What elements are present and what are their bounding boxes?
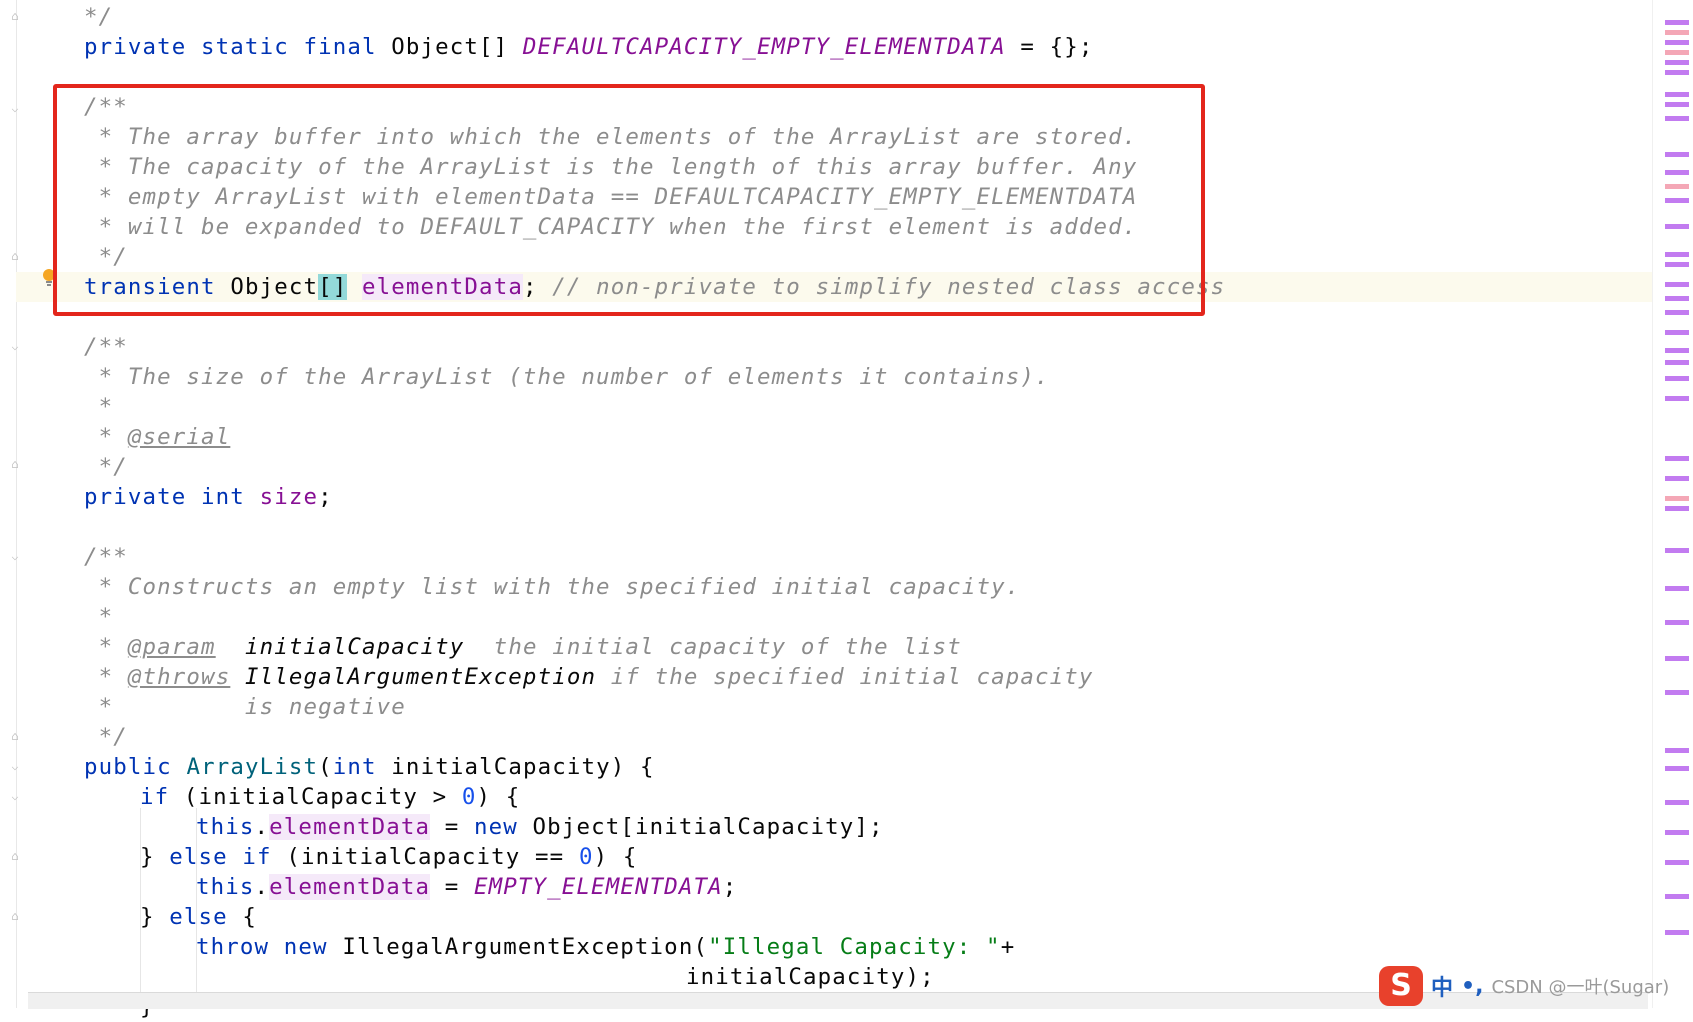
error-stripe-mark[interactable] [1665, 766, 1689, 771]
code-line: private int size; [84, 484, 333, 510]
error-stripe-mark[interactable] [1665, 586, 1689, 591]
error-stripe-mark[interactable] [1665, 170, 1689, 175]
fold-start-icon[interactable]: ⌵ [8, 100, 22, 116]
code-line: } else if (initialCapacity == 0) { [140, 844, 638, 870]
error-stripe-mark[interactable] [1665, 506, 1689, 511]
error-stripe-mark[interactable] [1665, 330, 1689, 335]
error-stripe-mark[interactable] [1665, 456, 1689, 461]
error-stripe-mark[interactable] [1665, 894, 1689, 899]
ime-punctuation-toggle[interactable]: •, [1461, 974, 1483, 999]
error-stripe-mark[interactable] [1665, 102, 1689, 107]
error-stripe-mark[interactable] [1665, 376, 1689, 381]
code-line: /** [84, 544, 128, 570]
code-line: * [84, 604, 114, 630]
error-stripe-mark[interactable] [1665, 20, 1689, 25]
code-line: initialCapacity); [686, 964, 935, 990]
error-stripe-mark[interactable] [1665, 496, 1689, 501]
error-stripe-mark[interactable] [1665, 116, 1689, 121]
error-stripe-mark[interactable] [1665, 198, 1689, 203]
ime-toolbar[interactable]: S 中 •, CSDN @一叶(Sugar) [1379, 964, 1691, 1008]
sogou-logo-icon[interactable]: S [1379, 966, 1423, 1006]
code-line: } else { [140, 904, 258, 930]
code-line: */ [84, 724, 128, 750]
ime-language-toggle[interactable]: 中 [1431, 970, 1453, 1002]
error-stripe-mark[interactable] [1665, 224, 1689, 229]
error-stripe-mark[interactable] [1665, 60, 1689, 65]
code-line: * Constructs an empty list with the spec… [84, 574, 1021, 600]
error-stripe-mark[interactable] [1665, 70, 1689, 75]
error-stripe-mark[interactable] [1665, 40, 1689, 45]
error-stripe-mark[interactable] [1665, 282, 1689, 287]
fold-end-icon[interactable]: ⌂ [8, 8, 22, 24]
fold-end-icon[interactable]: ⌂ [8, 728, 22, 744]
code-line: */ [84, 454, 128, 480]
fold-end-icon[interactable]: ⌂ [8, 908, 22, 924]
error-stripe-mark[interactable] [1665, 396, 1689, 401]
code-line: */ [84, 4, 114, 30]
code-line: this.elementData = new Object[initialCap… [196, 814, 884, 840]
code-line: if (initialCapacity > 0) { [140, 784, 521, 810]
code-line: * is negative [84, 694, 406, 720]
fold-start-icon[interactable]: ⌵ [8, 548, 22, 564]
error-stripe-mark[interactable] [1665, 748, 1689, 753]
error-stripe-mark[interactable] [1665, 30, 1689, 35]
error-stripe-mark[interactable] [1665, 152, 1689, 157]
fold-end-icon[interactable]: ⌂ [8, 456, 22, 472]
code-line: * @throws IllegalArgumentException if th… [84, 664, 1094, 690]
error-stripe-mark[interactable] [1665, 656, 1689, 661]
watermark: CSDN @一叶(Sugar) [1491, 977, 1670, 998]
error-stripe-mark[interactable] [1665, 830, 1689, 835]
code-line: * @serial [84, 424, 231, 450]
fold-start-icon[interactable]: ⌵ [8, 788, 22, 804]
code-line: public ArrayList(int initialCapacity) { [84, 754, 655, 780]
code-line: throw new IllegalArgumentException("Ille… [196, 934, 1016, 960]
error-stripe-mark[interactable] [1665, 252, 1689, 257]
code-line: * [84, 394, 114, 420]
error-stripe-mark[interactable] [1665, 296, 1689, 301]
code-line: private static final Object[] DEFAULTCAP… [84, 34, 1094, 60]
vertical-scrollbar[interactable] [1652, 0, 1693, 1008]
error-stripe-mark[interactable] [1665, 476, 1689, 481]
error-stripe-mark[interactable] [1665, 360, 1689, 365]
code-line: * @param initialCapacity the initial cap… [84, 634, 962, 660]
fold-start-icon[interactable]: ⌵ [8, 338, 22, 354]
error-stripe-mark[interactable] [1665, 800, 1689, 805]
fold-start-icon[interactable]: ⌵ [8, 758, 22, 774]
fold-end-icon[interactable]: ⌂ [8, 248, 22, 264]
error-stripe-mark[interactable] [1665, 690, 1689, 695]
code-line: this.elementData = EMPTY_ELEMENTDATA; [196, 874, 738, 900]
fold-end-icon[interactable]: ⌂ [8, 848, 22, 864]
error-stripe-mark[interactable] [1665, 50, 1689, 55]
error-stripe-mark[interactable] [1665, 860, 1689, 865]
error-stripe-mark[interactable] [1665, 92, 1689, 97]
code-line: /** [84, 334, 128, 360]
error-stripe-mark[interactable] [1665, 930, 1689, 935]
error-stripe-mark[interactable] [1665, 184, 1689, 189]
error-stripe-mark[interactable] [1665, 548, 1689, 553]
highlight-annotation-box [53, 84, 1205, 316]
error-stripe-mark[interactable] [1665, 348, 1689, 353]
code-line: * The size of the ArrayList (the number … [84, 364, 1050, 390]
error-stripe-mark[interactable] [1665, 310, 1689, 315]
error-stripe-mark[interactable] [1665, 262, 1689, 267]
error-stripe-mark[interactable] [1665, 620, 1689, 625]
